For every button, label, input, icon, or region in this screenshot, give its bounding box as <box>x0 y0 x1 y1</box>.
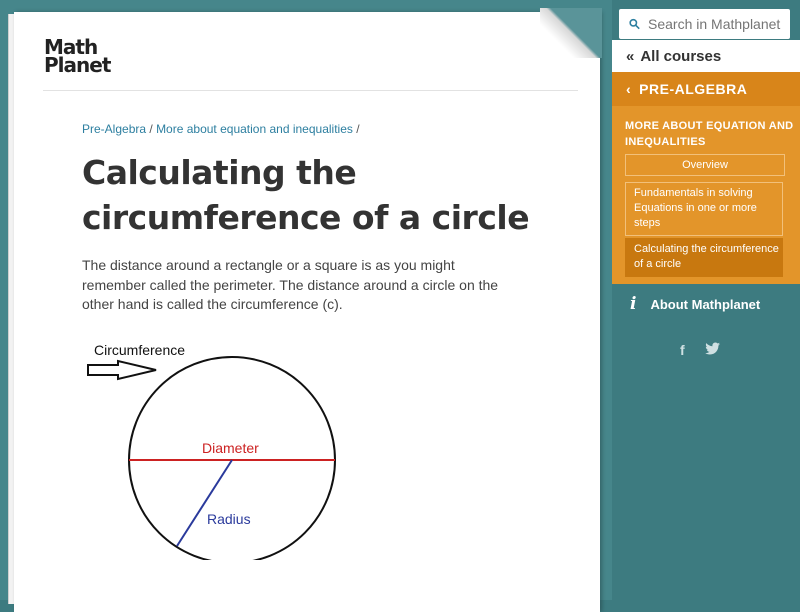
double-chevron-left-icon: « <box>626 47 635 65</box>
breadcrumb-separator: / <box>149 122 153 136</box>
radius-line <box>176 459 233 547</box>
course-label: PRE-ALGEBRA <box>639 81 748 97</box>
page-curl <box>540 8 602 58</box>
circle-shape <box>128 356 336 560</box>
search-icon <box>629 18 640 30</box>
breadcrumb-separator: / <box>356 122 360 136</box>
circumference-arrow <box>87 359 157 381</box>
intro-paragraph: The distance around a rectangle or a squ… <box>82 257 499 312</box>
overview-link[interactable]: Overview <box>625 154 785 176</box>
radius-label: Radius <box>207 511 251 527</box>
search-input[interactable] <box>646 15 790 33</box>
logo-line-2: Planet <box>44 53 111 77</box>
course-header-link[interactable]: ‹ PRE-ALGEBRA <box>612 72 800 106</box>
breadcrumb: Pre-Algebra / More about equation and in… <box>82 122 360 136</box>
header-divider <box>43 90 578 91</box>
section-title[interactable]: MORE ABOUT EQUATION AND INEQUALITIES <box>625 118 795 150</box>
search-box[interactable] <box>619 9 790 39</box>
about-mathplanet-link[interactable]: i About Mathplanet <box>612 288 800 320</box>
about-label: About Mathplanet <box>650 296 761 312</box>
sidebar-item-circumference[interactable]: Calculating the circumference of a circl… <box>625 238 783 277</box>
social-links: f <box>680 342 721 358</box>
breadcrumb-more-about-equations[interactable]: More about equation and inequalities <box>156 122 353 136</box>
sidebar-item-fundamentals[interactable]: Fundamentals in solving Equations in one… <box>625 182 783 236</box>
info-icon: i <box>630 294 637 314</box>
breadcrumb-pre-algebra[interactable]: Pre-Algebra <box>82 122 146 136</box>
all-courses-link[interactable]: « All courses <box>612 40 800 72</box>
twitter-icon[interactable] <box>704 342 721 356</box>
facebook-icon[interactable]: f <box>680 342 685 358</box>
mathplanet-logo[interactable]: Math Planet <box>44 37 114 78</box>
chevron-left-icon: ‹ <box>626 81 632 97</box>
circle-figure: Circumference Diameter Radius <box>87 342 336 560</box>
diameter-label: Diameter <box>202 440 259 456</box>
all-courses-label: All courses <box>640 47 722 65</box>
page-title: Calculating the circumference of a circl… <box>82 153 530 237</box>
circumference-label: Circumference <box>94 342 185 358</box>
